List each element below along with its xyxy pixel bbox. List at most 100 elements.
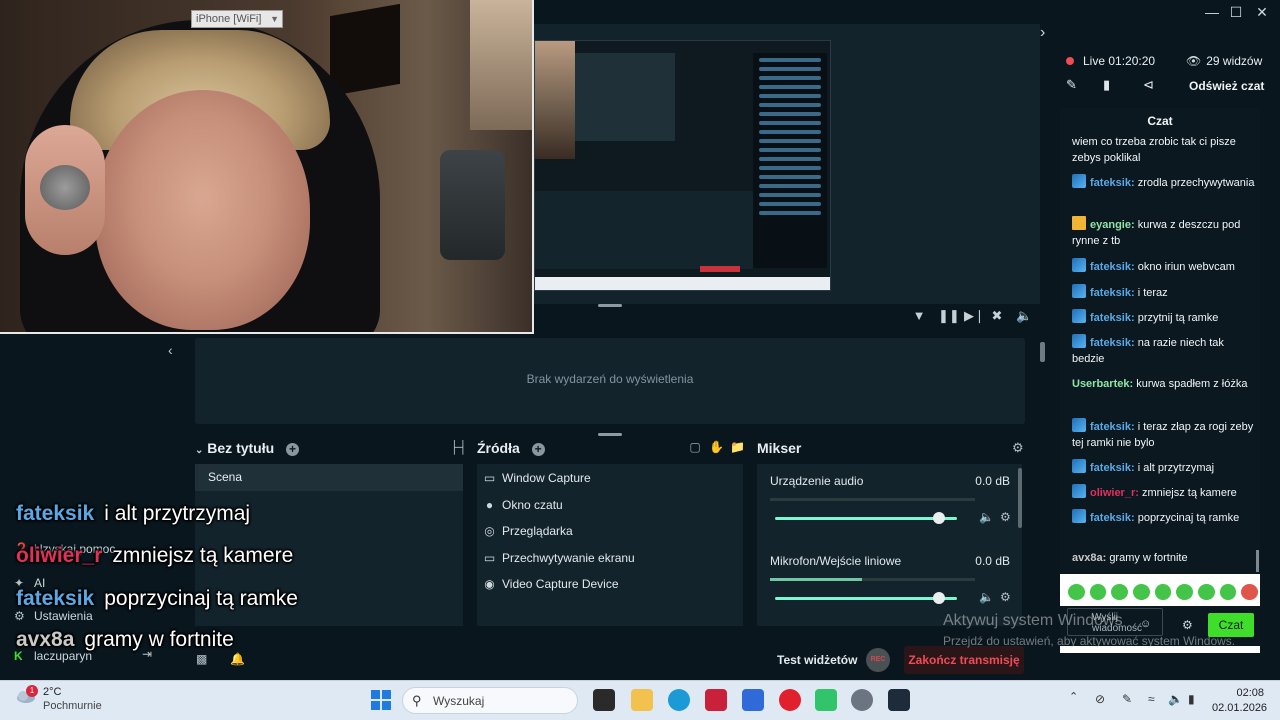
chat-username[interactable]: fateksik:	[1090, 177, 1138, 189]
mcafee-icon[interactable]	[705, 689, 727, 711]
chat-username[interactable]: fateksik:	[1090, 337, 1138, 349]
chat-username[interactable]: fateksik:	[1090, 261, 1138, 273]
end-stream-button[interactable]: Zakończ transmisję	[904, 646, 1024, 674]
chat-username[interactable]: fateksik:	[1090, 512, 1138, 524]
events-scrollbar[interactable]	[1040, 342, 1045, 362]
battery-icon[interactable]: ▮	[1188, 692, 1195, 706]
test-widgets-button[interactable]: Test widżetów	[777, 653, 857, 667]
emote-icon[interactable]	[1219, 584, 1237, 600]
taskbar-search[interactable]	[402, 687, 578, 714]
weather-temperature[interactable]: 2°C	[43, 686, 61, 698]
gear-icon[interactable]: ⚙	[1012, 440, 1024, 456]
chat-username[interactable]: fateksik:	[1090, 421, 1138, 433]
volume-icon[interactable]: 🔈	[1016, 308, 1032, 328]
maximize-button[interactable]: ☐	[1224, 2, 1248, 22]
dashboard-icon[interactable]: ▩	[196, 652, 207, 666]
source-item[interactable]: ● Okno czatu	[483, 495, 563, 515]
chat-username[interactable]: Userbartek:	[1072, 378, 1136, 390]
clock-date[interactable]: 02.01.2026	[1212, 702, 1267, 714]
volume-icon[interactable]: 🔈	[1168, 692, 1183, 706]
clock-time[interactable]: 02:08	[1212, 687, 1264, 699]
speaker-icon[interactable]: 🔈	[979, 590, 994, 604]
tray-chevron-icon[interactable]: ⌃	[1069, 690, 1078, 703]
refresh-chat-button[interactable]: Odśwież czat	[1189, 79, 1264, 93]
emote-icon[interactable]	[1089, 584, 1107, 600]
emote-icon[interactable]	[1068, 584, 1085, 600]
mute-notifications-icon[interactable]: ✖	[990, 308, 1004, 328]
chat-username[interactable]: oliwier_r:	[1090, 487, 1142, 499]
speaker-icon[interactable]: 🔈	[979, 510, 994, 524]
filter-icon[interactable]: ▼	[912, 308, 926, 328]
task-view-icon[interactable]	[593, 689, 615, 711]
share-icon[interactable]: ⊲	[1143, 77, 1154, 93]
source-item[interactable]: ▭ Przechwytywanie ekranu	[483, 548, 635, 568]
chat-username[interactable]: fateksik:	[1090, 312, 1138, 324]
gear-icon[interactable]: ⚙	[1182, 618, 1193, 632]
opera-icon[interactable]	[779, 689, 801, 711]
resize-handle[interactable]	[598, 433, 622, 436]
volume-slider[interactable]	[775, 592, 957, 604]
pencil-icon[interactable]: ✎	[1066, 77, 1077, 93]
chevron-left-icon[interactable]: ‹	[168, 342, 173, 358]
hand-icon[interactable]: ✋	[709, 440, 724, 454]
widget-icon[interactable]: ▮	[1103, 77, 1110, 93]
wifi-icon[interactable]: ≈	[1148, 692, 1155, 706]
slider-knob[interactable]	[932, 512, 945, 524]
emote-icon[interactable]	[1241, 584, 1259, 600]
windows-start-icon[interactable]	[371, 690, 391, 710]
add-source-icon[interactable]: +	[531, 442, 545, 456]
bell-icon[interactable]: 🔔	[230, 652, 245, 666]
scene-transitions-icon[interactable]: ├┤	[450, 440, 467, 454]
chat-username[interactable]: eyangie:	[1090, 219, 1138, 231]
settings-app-icon[interactable]	[851, 689, 873, 711]
chat-scrollbar[interactable]	[1256, 550, 1259, 572]
gear-icon[interactable]: ⚙	[1000, 510, 1011, 524]
pause-icon[interactable]: ❚❚	[938, 308, 960, 328]
source-item[interactable]: ◎ Przeglądarka	[483, 521, 572, 541]
iriun-webcam-icon[interactable]	[888, 689, 910, 711]
source-item[interactable]: ▭ Window Capture	[483, 468, 591, 488]
chat-username[interactable]: fateksik:	[1090, 287, 1138, 299]
nav-settings[interactable]: ⚙ Ustawienia	[14, 609, 93, 623]
store-icon[interactable]	[742, 689, 764, 711]
pen-icon[interactable]: ✎	[1122, 692, 1132, 706]
network-off-icon[interactable]: ⊘	[1095, 692, 1105, 706]
scene-collection-title[interactable]: Bez tytułu	[207, 440, 274, 456]
chat-username[interactable]: avx8a:	[1072, 552, 1109, 564]
slider-knob[interactable]	[932, 592, 945, 604]
preview-screen-capture	[534, 40, 831, 291]
chat-text: kurwa spadłem z łóżka	[1136, 378, 1248, 390]
scene-item[interactable]: Scena	[195, 464, 463, 491]
chat-text: poprzycinaj tą ramke	[1137, 512, 1240, 524]
mixer-scrollbar[interactable]	[1018, 468, 1022, 528]
record-button[interactable]: REC	[866, 648, 890, 672]
file-explorer-icon[interactable]	[631, 689, 653, 711]
emote-icon[interactable]	[1198, 584, 1215, 600]
weather-description[interactable]: Pochmurnie	[43, 700, 102, 712]
chevron-down-icon[interactable]: ⌄	[195, 445, 203, 456]
chat-icon: ●	[485, 498, 494, 512]
skip-icon[interactable]: ▶❘	[964, 308, 985, 328]
emote-icon[interactable]	[1154, 584, 1172, 600]
chat-messages[interactable]: wiem co trzeba zrobic tak ci pisze zebys…	[1060, 134, 1260, 574]
folder-link-icon[interactable]: ▢	[688, 440, 702, 454]
emote-icon[interactable]	[1133, 584, 1150, 600]
streamlabs-icon[interactable]	[815, 689, 837, 711]
volume-slider[interactable]	[775, 512, 957, 524]
gear-icon[interactable]: ⚙	[1000, 590, 1011, 604]
chevron-right-icon[interactable]: ›	[1040, 24, 1045, 42]
resize-handle[interactable]	[598, 304, 622, 307]
emote-icon[interactable]	[1176, 584, 1194, 600]
emoji-icon[interactable]: ☺	[1140, 618, 1151, 630]
edge-icon[interactable]	[668, 689, 690, 711]
source-item[interactable]: ◉ Video Capture Device	[483, 574, 618, 594]
chat-username[interactable]: fateksik:	[1090, 462, 1138, 474]
chat-text: zmniejsz tą kamere	[1141, 487, 1237, 499]
add-scene-icon[interactable]: +	[286, 442, 300, 456]
minimize-button[interactable]: —	[1200, 2, 1224, 22]
close-button[interactable]: ✕	[1250, 2, 1274, 22]
webcam-window[interactable]: iPhone [WiFi] ▼	[0, 0, 534, 334]
camera-device-select[interactable]: iPhone [WiFi] ▼	[191, 10, 283, 28]
add-folder-icon[interactable]: 📁	[730, 440, 745, 454]
emote-icon[interactable]	[1111, 584, 1129, 600]
